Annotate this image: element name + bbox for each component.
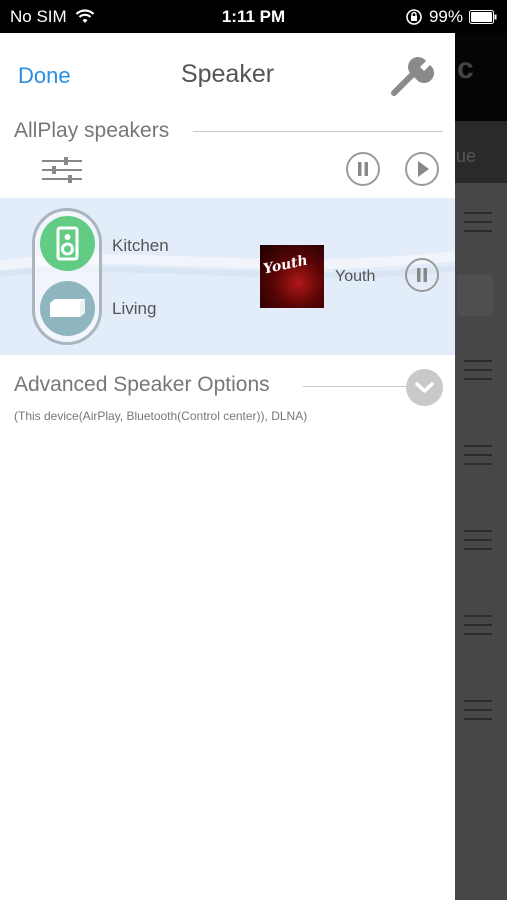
album-art-text: Youth — [261, 252, 310, 278]
living-speaker-button[interactable] — [40, 281, 95, 336]
speaker-drawer: Done Speaker AllPlay speakers Kitchen Li… — [0, 33, 455, 900]
kitchen-speaker-label: Kitchen — [112, 236, 169, 255]
kitchen-speaker-button[interactable] — [40, 216, 95, 271]
pause-icon — [358, 162, 368, 176]
background-header-text: c — [457, 52, 474, 85]
battery-percent: 99% — [428, 7, 463, 26]
status-bar: No SIM 1:11 PM 99% — [0, 0, 507, 33]
section-divider — [193, 131, 443, 132]
background-item-box — [457, 274, 493, 316]
pause-all-button[interactable] — [346, 152, 380, 186]
speaker-group[interactable] — [32, 208, 102, 345]
album-art: Youth — [260, 245, 324, 308]
advanced-options-subtitle: (This device(AirPlay, Bluetooth(Control … — [14, 409, 308, 423]
menu-icon — [464, 360, 492, 380]
battery-icon — [469, 10, 497, 24]
track-title: Youth — [335, 268, 376, 285]
speaker-icon — [56, 226, 79, 261]
menu-icon — [464, 212, 492, 232]
equalizer-icon[interactable] — [42, 157, 82, 183]
living-speaker-label: Living — [112, 299, 157, 318]
menu-icon — [464, 615, 492, 635]
drawer-title: Speaker — [180, 60, 275, 88]
group-pause-button[interactable] — [405, 258, 439, 292]
menu-icon — [464, 445, 492, 465]
rotation-lock-icon — [406, 9, 422, 25]
pause-icon — [417, 268, 427, 282]
play-icon — [418, 161, 429, 177]
allplay-title: AllPlay speakers — [14, 119, 170, 142]
chevron-down-icon — [415, 382, 434, 393]
menu-icon — [464, 700, 492, 720]
section-divider — [303, 386, 413, 387]
speaker-group-panel[interactable]: Kitchen Living Youth Youth — [0, 198, 455, 355]
menu-icon — [464, 530, 492, 550]
wrench-icon[interactable] — [388, 53, 434, 99]
play-all-button[interactable] — [405, 152, 439, 186]
advanced-options-title[interactable]: Advanced Speaker Options — [14, 373, 270, 397]
expand-advanced-button[interactable] — [406, 369, 443, 406]
soundbar-icon — [50, 299, 85, 317]
background-tab-text: ue — [456, 146, 477, 166]
